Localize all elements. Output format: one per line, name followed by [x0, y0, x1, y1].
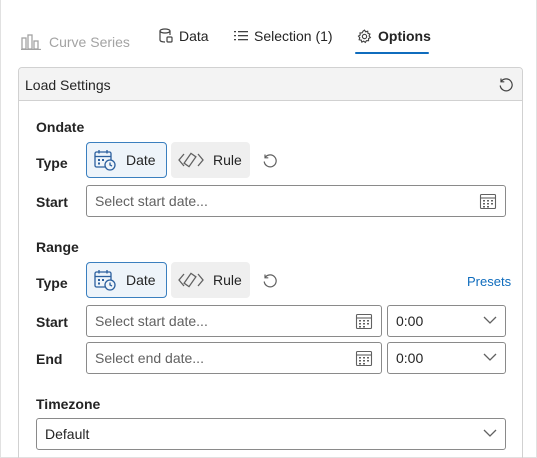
- toggle-label: Date: [126, 272, 156, 288]
- start-time-value: 0:00: [396, 313, 424, 329]
- ondate-start-label: Start: [36, 194, 68, 210]
- calendar-clock-icon: [93, 148, 117, 172]
- toggle-label: Rule: [213, 272, 242, 288]
- tab-options[interactable]: Options: [357, 21, 431, 51]
- start-date-placeholder: Select start date...: [95, 193, 208, 209]
- tab-selection[interactable]: Selection (1): [234, 21, 333, 51]
- options-pane: Curve Series Data Selection (1) Options …: [0, 0, 537, 458]
- timezone-dropdown[interactable]: Default: [36, 418, 506, 450]
- database-icon: [159, 28, 173, 44]
- range-start-time-dropdown[interactable]: 0:00: [387, 305, 506, 337]
- range-type-label: Type: [36, 275, 68, 291]
- range-start-label: Start: [36, 314, 68, 330]
- chevron-down-icon: [483, 428, 497, 438]
- calendar-icon[interactable]: [355, 349, 373, 367]
- range-date-toggle[interactable]: Date: [86, 262, 167, 298]
- chevron-down-icon: [483, 352, 497, 362]
- tab-data[interactable]: Data: [159, 21, 209, 51]
- toggle-label: Rule: [213, 152, 242, 168]
- start-date-placeholder: Select start date...: [95, 313, 208, 329]
- range-start-date-input[interactable]: Select start date...: [86, 305, 382, 337]
- range-section-title: Range: [36, 239, 79, 255]
- ondate-date-toggle[interactable]: Date: [86, 142, 167, 178]
- range-reset-icon[interactable]: [260, 271, 280, 291]
- bar-chart-icon: [21, 34, 43, 50]
- tab-label: Data: [179, 28, 209, 44]
- selected-tab-indicator: [355, 52, 429, 54]
- end-time-value: 0:00: [396, 350, 424, 366]
- timezone-value: Default: [45, 426, 90, 442]
- toggle-label: Date: [126, 152, 156, 168]
- chevron-down-icon: [483, 315, 497, 325]
- gear-icon: [357, 28, 372, 44]
- end-date-placeholder: Select end date...: [95, 350, 204, 366]
- rule-icon: [178, 270, 204, 290]
- tab-label: Selection (1): [254, 28, 333, 44]
- range-end-date-input[interactable]: Select end date...: [86, 342, 382, 374]
- ondate-type-label: Type: [36, 155, 68, 171]
- ondate-start-date-input[interactable]: Select start date...: [86, 185, 506, 217]
- list-icon: [234, 30, 248, 42]
- tab-label: Curve Series: [49, 34, 130, 50]
- presets-link[interactable]: Presets: [467, 274, 511, 289]
- ondate-rule-toggle[interactable]: Rule: [171, 142, 250, 178]
- range-rule-toggle[interactable]: Rule: [171, 262, 250, 298]
- panel-header: Load Settings: [19, 68, 522, 101]
- calendar-icon[interactable]: [355, 312, 373, 330]
- panel-title: Load Settings: [25, 77, 111, 93]
- reset-icon[interactable]: [496, 75, 516, 95]
- rule-icon: [178, 150, 204, 170]
- calendar-clock-icon: [93, 268, 117, 292]
- tab-curve-series[interactable]: Curve Series: [21, 27, 130, 57]
- calendar-icon[interactable]: [479, 192, 497, 210]
- tab-label: Options: [378, 28, 431, 44]
- timezone-section-title: Timezone: [36, 396, 101, 412]
- ondate-reset-icon[interactable]: [260, 151, 280, 171]
- range-end-time-dropdown[interactable]: 0:00: [387, 342, 506, 374]
- range-end-label: End: [36, 351, 63, 367]
- ondate-section-title: Ondate: [36, 119, 85, 135]
